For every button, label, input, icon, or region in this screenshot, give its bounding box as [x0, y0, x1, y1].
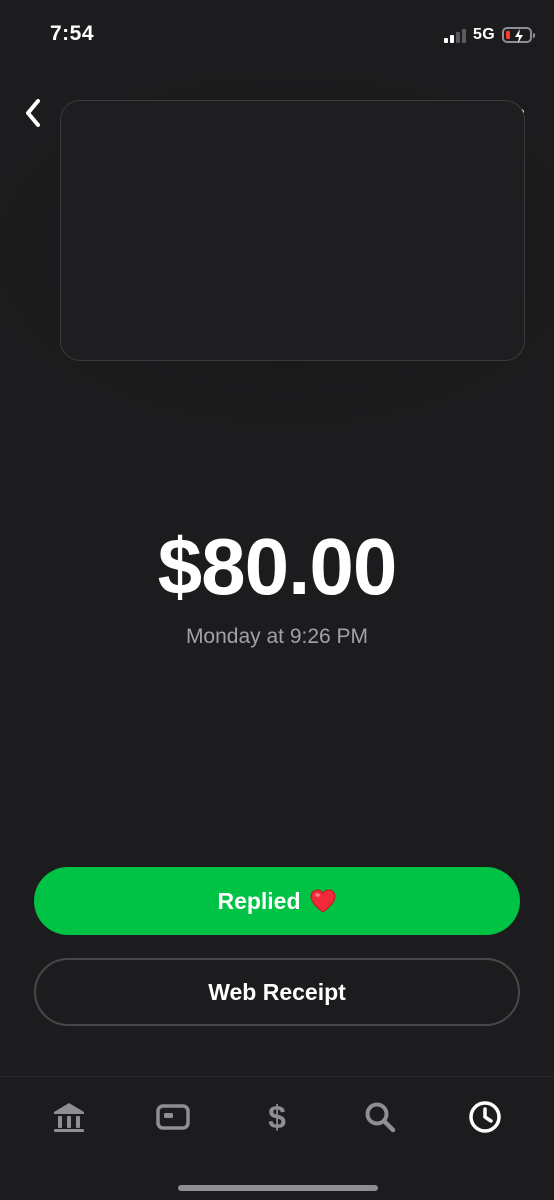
- status-bar: 7:54 5G: [0, 0, 554, 70]
- replied-button[interactable]: Replied: [34, 867, 520, 935]
- battery-level: [506, 31, 510, 39]
- battery-icon: [502, 27, 535, 43]
- payment-card-panel: [60, 100, 525, 361]
- search-icon: [365, 1102, 396, 1133]
- status-indicators: 5G: [444, 24, 535, 46]
- network-type-label: 5G: [473, 26, 495, 43]
- replied-button-label: Replied: [217, 887, 301, 914]
- nav-activity-tab[interactable]: [463, 1095, 507, 1139]
- signal-strength-icon: [444, 27, 467, 43]
- chevron-left-icon: [26, 99, 40, 127]
- charging-bolt-icon: [515, 29, 523, 43]
- web-receipt-button-label: Web Receipt: [208, 978, 346, 1005]
- dollar-icon: $: [268, 1099, 286, 1135]
- card-icon: [156, 1104, 190, 1130]
- bottom-nav: $: [0, 1076, 554, 1200]
- status-time: 7:54: [50, 22, 95, 45]
- back-button[interactable]: [16, 94, 50, 132]
- red-heart-icon: [309, 888, 337, 914]
- nav-discover-tab[interactable]: [358, 1095, 402, 1139]
- bank-icon: [54, 1103, 84, 1132]
- nav-card-tab[interactable]: [151, 1095, 195, 1139]
- payment-detail-screen: 7:54 5G $80.00 Monday at 9:26 PM Replied…: [0, 0, 554, 1200]
- clock-icon: [469, 1101, 501, 1133]
- nav-pay-tab[interactable]: $: [255, 1095, 299, 1139]
- home-indicator: [178, 1185, 378, 1191]
- payment-timestamp: Monday at 9:26 PM: [185, 625, 369, 648]
- payment-amount: $80.00: [157, 522, 398, 611]
- nav-banking-tab[interactable]: [47, 1095, 91, 1139]
- web-receipt-button[interactable]: Web Receipt: [34, 958, 520, 1026]
